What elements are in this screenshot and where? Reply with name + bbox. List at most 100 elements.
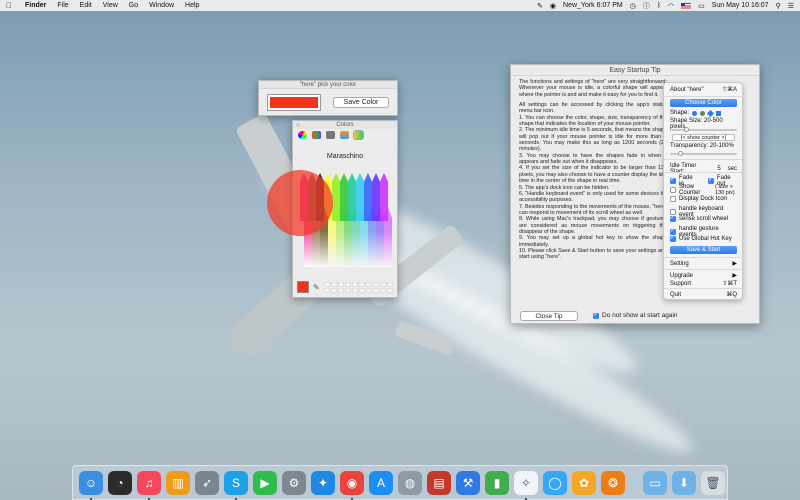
color-well[interactable]	[337, 287, 344, 293]
app-store-icon[interactable]: A	[369, 470, 393, 495]
save-start-button[interactable]: Save & Start	[670, 246, 737, 254]
menu-item-label: Support	[670, 280, 692, 287]
apple-logo-icon[interactable]: 	[6, 1, 15, 10]
close-tip-button[interactable]: Close Tip	[520, 311, 578, 321]
choose-color-button[interactable]: Choose Color	[670, 99, 737, 107]
numbers-icon[interactable]: ▮	[485, 470, 509, 495]
color-well[interactable]	[379, 281, 386, 287]
bluetooth-icon[interactable]: ᛒ	[657, 2, 661, 9]
menu-view[interactable]: View	[103, 2, 118, 9]
color-well[interactable]	[323, 287, 330, 293]
transparency-slider[interactable]	[670, 151, 737, 156]
trash-icon[interactable]: 🗑	[701, 470, 725, 495]
menu-item-upgrade[interactable]: Upgrade ▶	[670, 272, 737, 280]
saved-color-wells[interactable]	[323, 281, 393, 293]
battery-icon[interactable]: ▭	[698, 2, 705, 10]
color-well[interactable]	[351, 287, 358, 293]
notification-center-icon[interactable]: ☰	[788, 2, 794, 10]
system-preferences-icon[interactable]: ⚙	[282, 470, 306, 495]
color-well[interactable]	[323, 281, 330, 287]
menu-go[interactable]: Go	[129, 2, 138, 9]
menu-edit[interactable]: Edit	[80, 2, 92, 9]
disk-utility-icon[interactable]: ◍	[398, 470, 422, 495]
sense-scroll-checkbox[interactable]	[670, 214, 676, 222]
world-clock-label[interactable]: New_York 6:07 PM	[563, 2, 623, 9]
save-color-button[interactable]: Save Color	[333, 97, 389, 108]
menu-file[interactable]: File	[57, 2, 68, 9]
world-clock-icon[interactable]: ◉	[550, 2, 556, 10]
current-color-well[interactable]	[297, 281, 309, 293]
notes-icon[interactable]: ▤	[427, 470, 451, 495]
gear-shape-icon[interactable]	[700, 110, 706, 116]
color-well[interactable]	[386, 281, 393, 287]
show-counter-checkbox[interactable]	[670, 187, 676, 193]
skype-icon[interactable]: S	[224, 470, 248, 500]
slider-knob[interactable]	[684, 127, 689, 132]
music-icon[interactable]: ♫	[137, 470, 161, 500]
books-icon[interactable]: ▥	[166, 470, 190, 495]
color-wheel-tab-icon[interactable]	[298, 131, 307, 139]
chrome-icon[interactable]: ◉	[340, 470, 364, 500]
color-well[interactable]	[337, 281, 344, 287]
shape-size-slider[interactable]	[670, 127, 737, 132]
tip-paragraph: All settings can be accessed by clicking…	[519, 102, 667, 115]
display-dock-icon-checkbox[interactable]	[670, 196, 676, 202]
color-well[interactable]	[365, 281, 372, 287]
xcode-icon[interactable]: ⚒	[456, 470, 480, 495]
menu-separator	[664, 288, 742, 289]
finder-icon[interactable]: ☺	[79, 470, 103, 500]
info-icon[interactable]: ⓘ	[643, 1, 650, 11]
cheetah-app-icon[interactable]: ❂	[601, 470, 625, 495]
safari-icon[interactable]: ✦	[311, 470, 335, 495]
menu-finder[interactable]: Finder	[25, 2, 46, 9]
color-well[interactable]	[372, 287, 379, 293]
menu-item-about[interactable]: About "here" ⇧⌘A	[670, 86, 737, 94]
color-well[interactable]	[330, 287, 337, 293]
slider-knob[interactable]	[678, 151, 683, 156]
menu-help[interactable]: Help	[185, 2, 199, 9]
close-window-icon[interactable]	[296, 123, 300, 127]
crayon[interactable]	[384, 207, 392, 267]
square-shape-icon[interactable]	[716, 110, 722, 116]
launchpad-icon[interactable]: ➶	[195, 470, 219, 495]
eyedropper-icon[interactable]: ✎	[313, 283, 320, 292]
image-palettes-tab-icon[interactable]	[340, 131, 349, 139]
menubar-clock[interactable]: Sun May 10 16:07	[712, 2, 769, 9]
here-app-icon[interactable]: ✧	[514, 470, 538, 500]
color-well[interactable]	[365, 287, 372, 293]
color-well[interactable]	[351, 281, 358, 287]
downloads-folder-icon[interactable]: ⬇	[672, 470, 696, 495]
crayons-tab-icon[interactable]	[353, 130, 364, 140]
time-machine-icon[interactable]: ◷	[630, 2, 636, 10]
color-well[interactable]	[330, 281, 337, 287]
circle-shape-icon[interactable]	[692, 110, 698, 116]
photos-icon[interactable]: ✿	[572, 470, 596, 495]
dont-show-checkbox[interactable]: Do not show at start again	[593, 311, 678, 319]
messages-icon[interactable]: ◯	[543, 470, 567, 495]
menu-item-setting[interactable]: Setting ▶	[670, 260, 737, 268]
color-well[interactable]	[358, 287, 365, 293]
us-flag-input-icon[interactable]	[681, 2, 692, 9]
menu-item-support[interactable]: Support ⇧⌘T	[670, 280, 737, 288]
dashboard-icon[interactable]: ◔	[108, 470, 132, 495]
global-hotkey-checkbox[interactable]	[670, 234, 676, 242]
palettes-tab-icon[interactable]	[326, 131, 335, 139]
color-swatch[interactable]	[267, 94, 321, 111]
color-well[interactable]	[372, 281, 379, 287]
applications-folder-icon[interactable]: ▭	[643, 470, 667, 495]
sliders-tab-icon[interactable]	[312, 131, 321, 139]
wifi-icon[interactable]: ◠	[668, 2, 674, 10]
color-well[interactable]	[344, 287, 351, 293]
here-status-icon[interactable]: ✎	[537, 2, 543, 10]
checkbox-checked-icon[interactable]	[593, 311, 599, 319]
diamond-shape-icon[interactable]	[706, 109, 715, 117]
facetime-icon[interactable]: ▶	[253, 470, 277, 495]
menu-item-quit[interactable]: Quit ⌘Q	[670, 291, 737, 299]
color-well[interactable]	[379, 287, 386, 293]
color-well[interactable]	[358, 281, 365, 287]
spotlight-icon[interactable]: ⚲	[776, 2, 781, 10]
color-well[interactable]	[386, 287, 393, 293]
color-well[interactable]	[344, 281, 351, 287]
tip-paragraph: 3. You may choose to have the shapes fad…	[519, 152, 667, 166]
menu-window[interactable]: Window	[149, 2, 174, 9]
